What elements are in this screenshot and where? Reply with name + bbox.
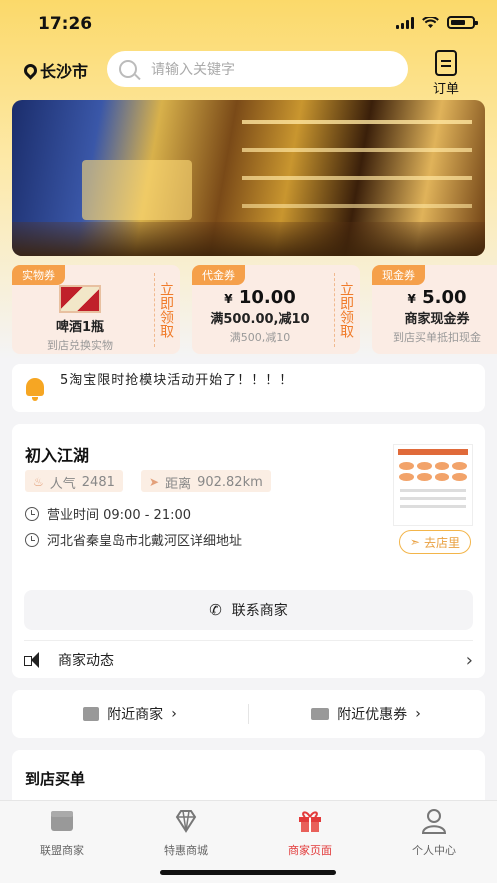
in-store-payment-title: 到店买单 [25,770,86,788]
address-text: 河北省秦皇岛市北戴河区详细地址 [47,534,243,549]
go-to-store-label: 去店里 [423,535,460,550]
orders-button[interactable]: 订单 [428,50,464,97]
merchant-news-label: 商家动态 [58,653,114,669]
flame-icon: ♨ [33,475,44,489]
tab-merchant-page[interactable]: 商家页面 [248,807,372,858]
home-indicator [160,870,336,875]
top-header: 长沙市 请输入关键字 订单 [0,48,497,97]
coupon-tag: 实物券 [12,265,65,285]
send-icon: ➣ [409,535,420,549]
location-pin-icon [21,60,40,80]
battery-icon [447,16,478,29]
clock-icon [25,532,39,547]
chevron-right-icon: › [465,649,473,671]
tab-profile[interactable]: 个人中心 [372,807,496,858]
distance-label: 距离 [165,476,192,492]
go-to-store-button[interactable]: ➣ 去店里 [398,530,471,554]
search-placeholder: 请输入关键字 [151,62,235,78]
notice-text: 5淘宝限时抢模块活动开始了！！！！ [60,373,294,388]
coupon-price: ¥ 10.00 [224,287,296,308]
nearby-merchants-button[interactable]: 附近商家 › [12,690,248,738]
nearby-merchants-label: 附近商家 [107,707,164,723]
city-label: 长沙市 [40,62,89,81]
coupon-sub: 满500,减10 [229,331,291,344]
status-time: 17:26 [38,14,93,34]
coupon-tag: 代金券 [192,265,245,285]
merchant-news-row[interactable]: 商家动态 › [24,647,473,673]
store-icon [83,707,100,721]
distance-chip: ➤ 距离 902.82km [141,470,271,492]
coupon-name: 满500.00,减10 [210,312,310,327]
store-card: 初入江湖 ♨ 人气 2481 ➤ 距离 902.82km 营业时间 09:00 … [12,424,485,678]
phone-icon: ✆ [209,601,222,619]
hours-row: 营业时间 09:00 - 21:00 [25,504,191,523]
store-name: 初入江湖 [25,446,90,465]
tab-deals-mall[interactable]: 特惠商城 [124,807,248,858]
coupon-tag: 现金券 [372,265,425,285]
popularity-chip: ♨ 人气 2481 [25,470,123,492]
coupon-card[interactable]: 现金券 ¥ 5.00 商家现金券 到店买单抵扣现金 [372,265,497,354]
orders-label: 订单 [432,82,459,97]
clipboard-icon [435,50,457,76]
divider [24,640,473,641]
coupon-sub: 到店买单抵扣现金 [393,331,481,344]
nearby-coupons-label: 附近优惠券 [337,707,408,723]
hours-text: 营业时间 09:00 - 21:00 [47,508,192,523]
status-bar: 17:26 [0,0,497,48]
coupon-carousel[interactable]: 实物券 啤酒1瓶 到店兑换实物 立即领取 代金券 ¥ 10.00 满500.00… [12,265,497,355]
hero-banner[interactable] [12,100,485,256]
distance-value: 902.82km [197,474,263,490]
speaker-icon [24,651,46,669]
navigation-arrow-icon: ➤ [149,475,160,489]
coupon-card[interactable]: 实物券 啤酒1瓶 到店兑换实物 立即领取 [12,265,180,354]
ticket-icon [311,708,330,720]
clock-icon [25,506,39,521]
wifi-icon [422,16,439,28]
contact-label: 联系商家 [231,603,288,619]
city-selector[interactable]: 长沙市 [21,58,89,82]
notice-bar[interactable]: 5淘宝限时抢模块活动开始了！！！！ [12,364,485,412]
search-input[interactable]: 请输入关键字 [107,51,408,87]
popularity-value: 2481 [81,474,115,490]
chevron-right-icon: › [415,706,421,722]
coupon-sub: 到店兑换实物 [47,339,113,352]
store-thumbnail[interactable] [393,444,473,526]
claim-button[interactable]: 立即领取 [154,273,176,347]
diamond-icon [175,810,197,833]
coupon-name: 商家现金券 [404,312,470,327]
coupon-name: 啤酒1瓶 [55,320,105,335]
chevron-right-icon: › [171,706,177,722]
beer-product-image [59,285,101,313]
signal-icon [396,16,414,29]
person-icon [421,809,447,834]
coupon-price: ¥ 5.00 [407,287,467,308]
gift-icon [299,811,321,832]
coupon-card[interactable]: 代金券 ¥ 10.00 满500.00,减10 满500,减10 立即领取 [192,265,360,354]
tab-alliance-merchants[interactable]: 联盟商家 [0,807,124,858]
shop-icon [51,811,73,831]
popularity-label: 人气 [49,476,76,492]
nearby-bar: 附近商家 › 附近优惠券 › [12,690,485,738]
claim-button[interactable]: 立即领取 [334,273,356,347]
contact-merchant-button[interactable]: ✆ 联系商家 [24,590,473,630]
address-row: 河北省秦皇岛市北戴河区详细地址 [25,530,242,549]
nearby-coupons-button[interactable]: 附近优惠券 › [248,690,484,738]
status-icons [396,16,478,29]
search-icon [119,60,137,78]
bell-icon [26,378,44,401]
